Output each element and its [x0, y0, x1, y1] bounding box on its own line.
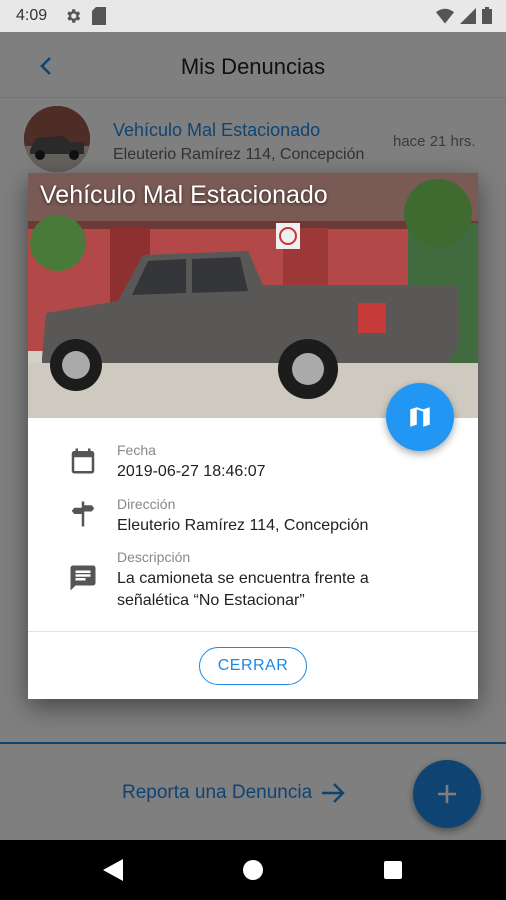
address-label: Dirección [117, 496, 176, 512]
close-button[interactable]: CERRAR [199, 647, 307, 685]
open-map-button[interactable] [386, 383, 454, 451]
nav-home-icon[interactable] [243, 860, 263, 880]
address-value: Eleuterio Ramírez 114, Concepción [117, 517, 369, 534]
signal-icon [460, 7, 476, 24]
sd-card-icon [92, 7, 106, 25]
nav-recents-icon[interactable] [384, 861, 402, 879]
wifi-icon [436, 8, 454, 23]
vehicle-photo: Vehículo Mal Estacionado [28, 173, 478, 418]
dialog-title: Vehículo Mal Estacionado [40, 181, 328, 209]
description-value: La camioneta se encuentra frente a señal… [117, 570, 369, 609]
comment-icon [70, 565, 96, 591]
date-value: 2019-06-27 18:46:07 [117, 463, 266, 480]
map-icon [410, 407, 430, 427]
system-nav-bar [0, 840, 506, 900]
battery-icon [482, 7, 492, 24]
calendar-icon [71, 448, 95, 474]
nav-back-icon[interactable] [103, 859, 123, 881]
description-label: Descripción [117, 549, 191, 565]
complaint-detail-dialog: Vehículo Mal Estacionado Fecha 2019-06-2… [28, 173, 478, 699]
signpost-icon [71, 501, 95, 527]
date-label: Fecha [117, 442, 156, 458]
status-bar: 4:09 [0, 0, 506, 32]
divider [28, 631, 478, 632]
gear-icon [67, 9, 81, 23]
status-time: 4:09 [16, 7, 48, 24]
